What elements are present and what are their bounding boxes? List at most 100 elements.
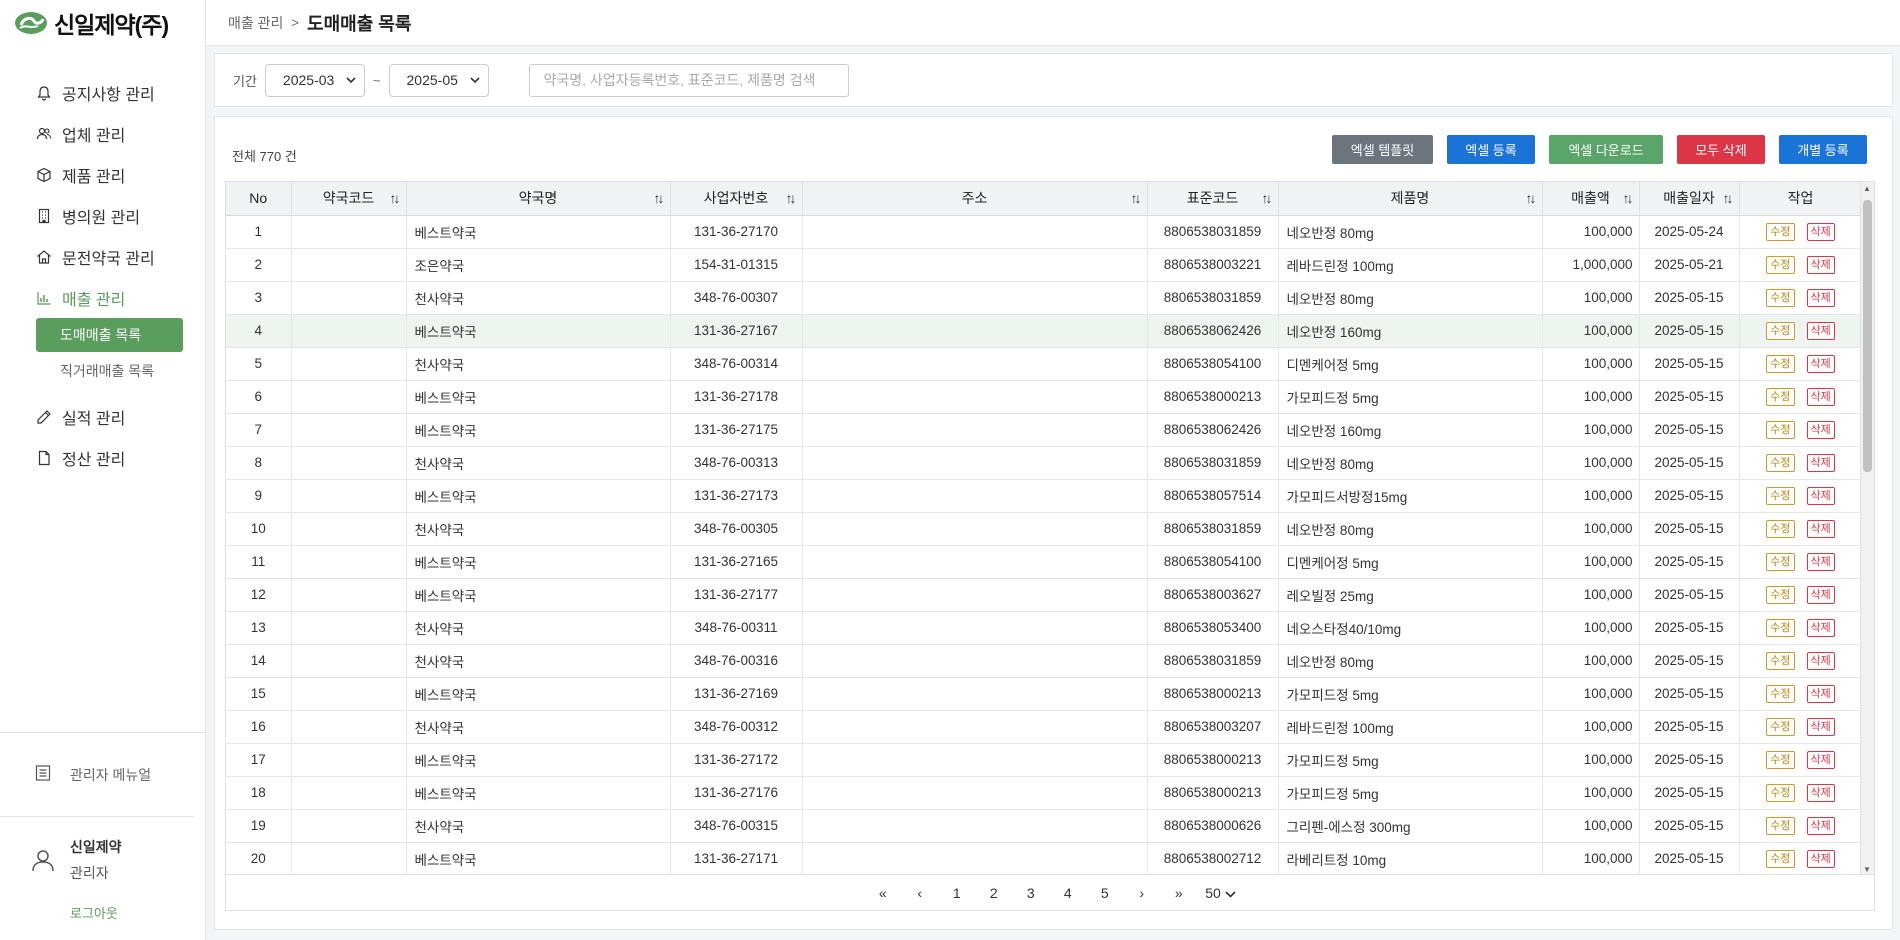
delete-button[interactable]: 삭제 (1806, 552, 1835, 571)
column-header-sales-date[interactable]: 매출일자 ↑↓ (1639, 182, 1740, 216)
excel-template-button[interactable]: 엑셀 템플릿 (1332, 135, 1433, 164)
edit-button[interactable]: 수정 (1766, 255, 1795, 274)
individual-register-button[interactable]: 개별 등록 (1779, 135, 1867, 164)
sort-icon[interactable]: ↑↓ (390, 190, 401, 206)
delete-button[interactable]: 삭제 (1806, 321, 1835, 340)
sort-icon[interactable]: ↑↓ (1262, 190, 1273, 206)
edit-button[interactable]: 수정 (1766, 750, 1795, 769)
table-row[interactable]: 1 베스트약국 131-36-27170 8806538031859 네오반정 80mg… (226, 215, 1874, 249)
edit-button[interactable]: 수정 (1766, 849, 1795, 868)
delete-button[interactable]: 삭제 (1806, 354, 1835, 373)
edit-button[interactable]: 수정 (1766, 321, 1795, 340)
delete-button[interactable]: 삭제 (1806, 288, 1835, 307)
page-button[interactable]: 5 (1086, 885, 1123, 901)
excel-register-button[interactable]: 엑셀 등록 (1447, 135, 1535, 164)
column-header-address[interactable]: 주소 ↑↓ (802, 182, 1148, 216)
table-row[interactable]: 8 천사약국 348-76-00313 8806538031859 네오반정 80mg 1… (226, 446, 1874, 480)
edit-button[interactable]: 수정 (1766, 453, 1795, 472)
table-row[interactable]: 15 베스트약국 131-36-27169 8806538000213 가모피드정 5m… (226, 677, 1874, 711)
delete-button[interactable]: 삭제 (1806, 618, 1835, 637)
delete-button[interactable]: 삭제 (1806, 387, 1835, 406)
delete-button[interactable]: 삭제 (1806, 783, 1835, 802)
delete-button[interactable]: 삭제 (1806, 255, 1835, 274)
delete-button[interactable]: 삭제 (1806, 684, 1835, 703)
sidebar-item-pharmacies[interactable]: 문전약국 관리 (0, 236, 206, 277)
excel-download-button[interactable]: 엑셀 다운로드 (1549, 135, 1663, 164)
edit-button[interactable]: 수정 (1766, 288, 1795, 307)
edit-button[interactable]: 수정 (1766, 222, 1795, 241)
last-page-button[interactable]: » (1160, 885, 1197, 901)
column-header-sales-amount[interactable]: 매출액 ↑↓ (1542, 182, 1640, 216)
edit-button[interactable]: 수정 (1766, 585, 1795, 604)
sort-icon[interactable]: ↑↓ (1131, 190, 1142, 206)
table-row[interactable]: 9 베스트약국 131-36-27173 8806538057514 가모피드서방정15… (226, 479, 1874, 513)
table-row[interactable]: 19 천사약국 348-76-00315 8806538000626 그리펜-에스정 3… (226, 809, 1874, 843)
sidebar-item-sales[interactable]: 매출 관리 (0, 277, 206, 318)
edit-button[interactable]: 수정 (1766, 420, 1795, 439)
edit-button[interactable]: 수정 (1766, 519, 1795, 538)
scrollbar-thumb[interactable] (1863, 200, 1872, 472)
sort-icon[interactable]: ↑↓ (1526, 190, 1537, 206)
edit-button[interactable]: 수정 (1766, 486, 1795, 505)
sidebar-item-hospitals[interactable]: 병의원 관리 (0, 195, 206, 236)
logo[interactable]: 신일제약(주) (0, 0, 205, 46)
delete-button[interactable]: 삭제 (1806, 585, 1835, 604)
table-row[interactable]: 7 베스트약국 131-36-27175 8806538062426 네오반정 160m… (226, 413, 1874, 447)
column-header-business-number[interactable]: 사업자번호 ↑↓ (670, 182, 803, 216)
edit-button[interactable]: 수정 (1766, 552, 1795, 571)
search-input[interactable] (528, 63, 849, 97)
table-row[interactable]: 13 천사약국 348-76-00311 8806538053400 네오스타정40/1… (226, 611, 1874, 645)
column-header-pharmacy-code[interactable]: 약국코드 ↑↓ (291, 182, 407, 216)
delete-button[interactable]: 삭제 (1806, 849, 1835, 868)
page-size-select[interactable]: 50 (1205, 885, 1236, 901)
sort-icon[interactable]: ↑↓ (1723, 190, 1734, 206)
table-row[interactable]: 12 베스트약국 131-36-27177 8806538003627 레오빌정 25m… (226, 578, 1874, 612)
table-row[interactable]: 17 베스트약국 131-36-27172 8806538000213 가모피드정 5m… (226, 743, 1874, 777)
table-scrollbar[interactable]: ▲ ▼ (1860, 182, 1874, 874)
delete-button[interactable]: 삭제 (1806, 816, 1835, 835)
table-row[interactable]: 20 베스트약국 131-36-27171 8806538002712 라베리트정 10… (226, 842, 1874, 874)
edit-button[interactable]: 수정 (1766, 816, 1795, 835)
delete-button[interactable]: 삭제 (1806, 420, 1835, 439)
column-header-standard-code[interactable]: 표준코드 ↑↓ (1147, 182, 1279, 216)
table-row[interactable]: 14 천사약국 348-76-00316 8806538031859 네오반정 80mg… (226, 644, 1874, 678)
table-row[interactable]: 10 천사약국 348-76-00305 8806538031859 네오반정 80mg… (226, 512, 1874, 546)
edit-button[interactable]: 수정 (1766, 717, 1795, 736)
sidebar-subitem-wholesale-sales[interactable]: 도매매출 목록 (36, 318, 183, 352)
table-row[interactable]: 3 천사약국 348-76-00307 8806538031859 네오반정 80mg 1… (226, 281, 1874, 315)
next-page-button[interactable]: › (1123, 885, 1160, 901)
sidebar-item-products[interactable]: 제품 관리 (0, 154, 206, 195)
sort-icon[interactable]: ↑↓ (786, 190, 797, 206)
sort-icon[interactable]: ↑↓ (1623, 190, 1634, 206)
edit-button[interactable]: 수정 (1766, 618, 1795, 637)
delete-button[interactable]: 삭제 (1806, 717, 1835, 736)
delete-all-button[interactable]: 모두 삭제 (1677, 135, 1765, 164)
page-button[interactable]: 1 (938, 885, 975, 901)
delete-button[interactable]: 삭제 (1806, 453, 1835, 472)
delete-button[interactable]: 삭제 (1806, 486, 1835, 505)
admin-manual-link[interactable]: 관리자 메뉴얼 (0, 733, 194, 817)
period-to-select[interactable]: 2025-05 (388, 63, 489, 97)
column-header-pharmacy-name[interactable]: 약국명 ↑↓ (406, 182, 671, 216)
delete-button[interactable]: 삭제 (1806, 750, 1835, 769)
sidebar-item-companies[interactable]: 업체 관리 (0, 113, 206, 154)
scroll-up-icon[interactable]: ▲ (1863, 184, 1871, 193)
table-row[interactable]: 4 베스트약국 131-36-27167 8806538062426 네오반정 160m… (226, 314, 1874, 348)
page-button[interactable]: 3 (1012, 885, 1049, 901)
table-row[interactable]: 11 베스트약국 131-36-27165 8806538054100 디멘케어정 5m… (226, 545, 1874, 579)
prev-page-button[interactable]: ‹ (901, 885, 938, 901)
sidebar-item-notices[interactable]: 공지사항 관리 (0, 72, 206, 113)
table-row[interactable]: 18 베스트약국 131-36-27176 8806538000213 가모피드정 5m… (226, 776, 1874, 810)
edit-button[interactable]: 수정 (1766, 651, 1795, 670)
page-button[interactable]: 2 (975, 885, 1012, 901)
edit-button[interactable]: 수정 (1766, 684, 1795, 703)
breadcrumb[interactable]: 매출 관리 (228, 13, 283, 33)
column-header-product-name[interactable]: 제품명 ↑↓ (1278, 182, 1543, 216)
delete-button[interactable]: 삭제 (1806, 222, 1835, 241)
edit-button[interactable]: 수정 (1766, 387, 1795, 406)
sidebar-item-settlement[interactable]: 정산 관리 (0, 437, 206, 478)
first-page-button[interactable]: « (864, 885, 901, 901)
page-button[interactable]: 4 (1049, 885, 1086, 901)
scroll-down-icon[interactable]: ▼ (1863, 865, 1871, 874)
logout-link[interactable]: 로그아웃 (0, 903, 206, 922)
